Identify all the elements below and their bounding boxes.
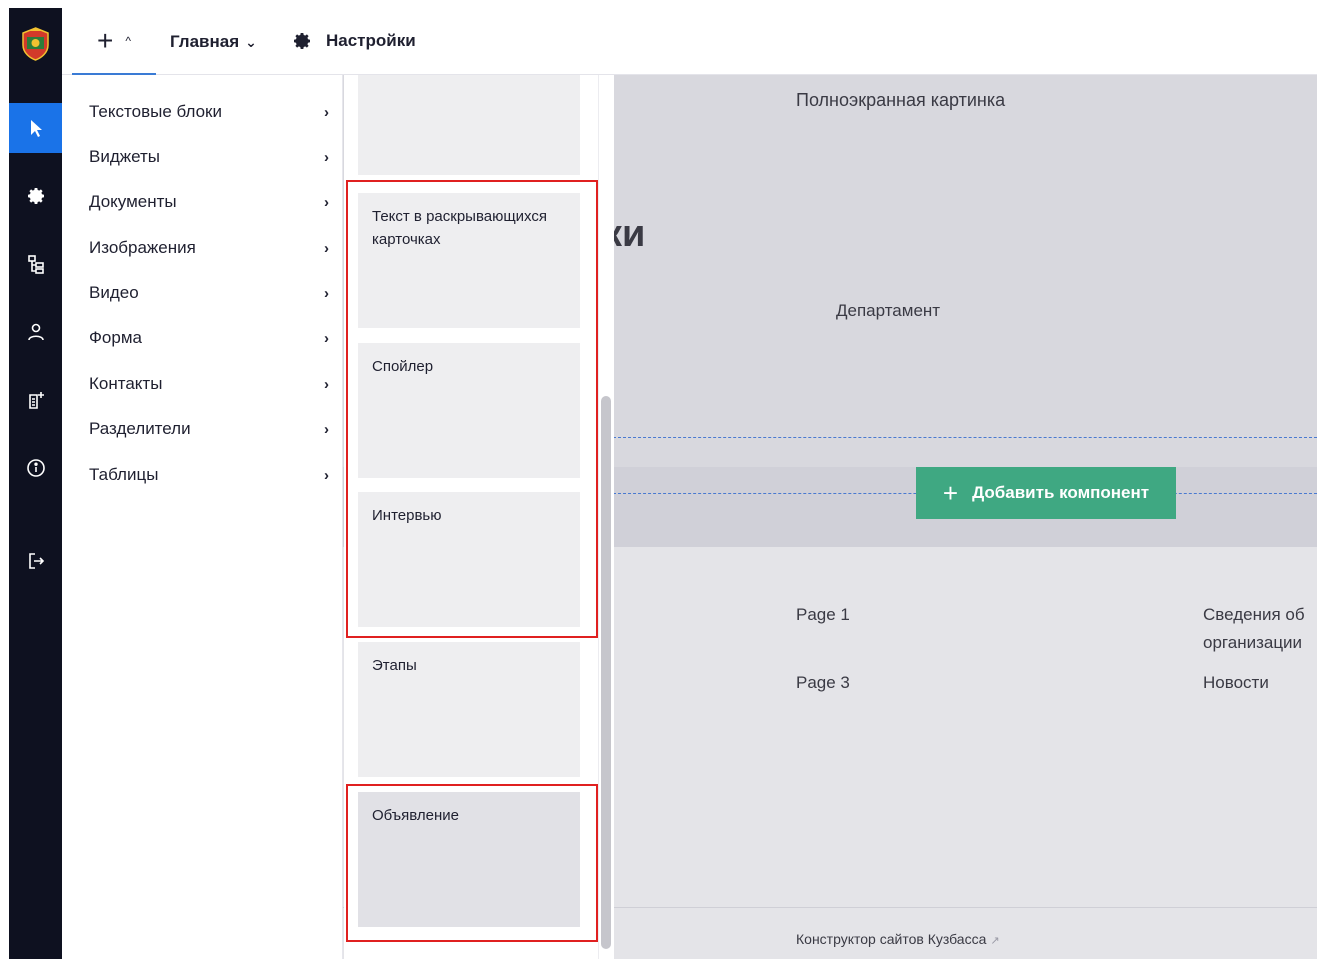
chevron-right-icon: › <box>324 103 329 121</box>
menu-item-label: Текстовые блоки <box>89 102 222 121</box>
menu-item-label: Форма <box>89 328 142 347</box>
rail-item-logout[interactable] <box>9 536 62 586</box>
chevron-down-icon: ⌄ <box>245 33 257 50</box>
menu-item-form[interactable]: Форма › <box>89 323 329 353</box>
menu-item-label: Изображения <box>89 238 196 257</box>
app-root: Полноэкранная картинка ки Департамент + … <box>0 0 1317 959</box>
pointer-icon <box>30 120 42 137</box>
link-info-line1[interactable]: Сведения об <box>1203 605 1305 625</box>
menu-item-label: Контакты <box>89 374 163 393</box>
plus-icon: + <box>97 24 114 56</box>
rail-item-add-page[interactable] <box>9 375 62 425</box>
menu-item-label: Виджеты <box>89 147 161 166</box>
menu-item-images[interactable]: Изображения › <box>89 233 329 263</box>
rail-item-structure[interactable] <box>9 239 62 289</box>
menu-item-label: Таблицы <box>89 465 159 484</box>
gear-icon <box>27 188 44 204</box>
plus-icon: + <box>942 477 959 508</box>
gear-icon <box>294 33 310 49</box>
footer-link-label: Конструктор сайтов Кузбасса <box>796 931 987 947</box>
user-icon <box>27 323 44 341</box>
drop-zone-line-top <box>613 437 1317 438</box>
chevron-right-icon: › <box>324 329 329 347</box>
add-block-button[interactable]: + ^ <box>72 8 156 75</box>
chevron-right-icon: › <box>324 420 329 438</box>
menu-item-text-blocks[interactable]: Текстовые блоки › <box>89 97 329 127</box>
component-card[interactable] <box>358 75 580 175</box>
menu-item-documents[interactable]: Документы › <box>89 187 329 217</box>
coat-of-arms-logo[interactable] <box>21 27 50 61</box>
menu-item-label: Документы <box>89 192 177 211</box>
menu-item-label: Разделители <box>89 419 191 438</box>
footer-link[interactable]: Конструктор сайтов Кузбасса ↗ <box>796 931 1000 947</box>
menu-item-dividers[interactable]: Разделители › <box>89 414 329 444</box>
menu-item-contacts[interactable]: Контакты › <box>89 369 329 399</box>
chevron-right-icon: › <box>324 284 329 302</box>
category-menu: Текстовые блоки › Виджеты › Документы › … <box>71 75 343 959</box>
link-page-1[interactable]: Page 1 <box>796 605 850 625</box>
fullscreen-image-label: Полноэкранная картинка <box>796 90 1006 110</box>
left-rail <box>9 8 62 959</box>
link-page-3[interactable]: Page 3 <box>796 673 850 693</box>
home-dropdown[interactable]: Главная ⌄ <box>170 32 257 52</box>
chevron-right-icon: › <box>324 148 329 166</box>
chevron-right-icon: › <box>324 239 329 257</box>
add-page-icon <box>28 392 44 409</box>
link-info-line2[interactable]: организации <box>1203 633 1302 653</box>
rail-item-settings[interactable] <box>9 171 62 221</box>
rail-item-info[interactable] <box>9 443 62 493</box>
settings-label: Настройки <box>326 31 416 50</box>
component-card-label: Этапы <box>372 657 417 674</box>
menu-item-widgets[interactable]: Виджеты › <box>89 142 329 172</box>
settings-button[interactable]: Настройки <box>292 30 416 52</box>
rail-item-users[interactable] <box>9 307 62 357</box>
highlight-frame <box>346 784 598 942</box>
sitemap-icon <box>27 255 44 274</box>
link-news[interactable]: Новости <box>1203 673 1269 693</box>
scrollbar-thumb[interactable] <box>601 396 611 949</box>
info-icon <box>26 459 45 477</box>
menu-item-label: Видео <box>89 283 139 302</box>
home-label: Главная <box>170 32 240 51</box>
logout-icon <box>28 553 44 569</box>
menu-item-tables[interactable]: Таблицы › <box>89 460 329 490</box>
chevron-right-icon: › <box>324 375 329 393</box>
department-label: Департамент <box>836 301 941 320</box>
rail-item-select[interactable] <box>9 103 62 153</box>
add-component-label: Добавить компонент <box>972 483 1150 502</box>
menu-item-video[interactable]: Видео › <box>89 278 329 308</box>
add-component-button[interactable]: + Добавить компонент <box>916 467 1176 519</box>
chevron-right-icon: › <box>324 193 329 211</box>
external-link-icon: ↗ <box>990 935 1000 947</box>
top-bar: + ^ Главная ⌄ Настройки <box>62 8 1317 75</box>
chevron-right-icon: › <box>324 466 329 484</box>
highlight-frame <box>346 180 598 638</box>
chevron-up-icon: ^ <box>125 33 131 48</box>
component-card-stages[interactable]: Этапы <box>358 642 580 777</box>
